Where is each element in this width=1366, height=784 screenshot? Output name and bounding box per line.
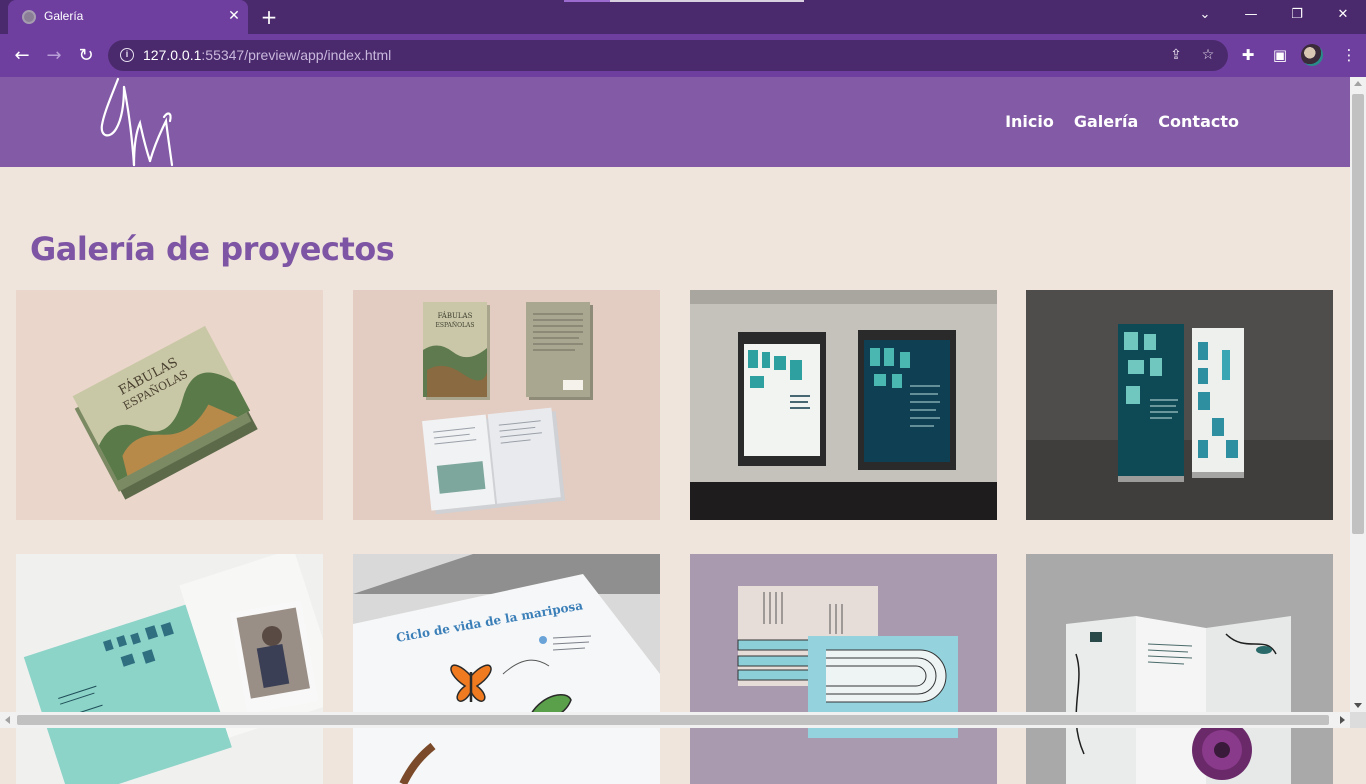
side-panel-icon[interactable]: ▣ (1269, 44, 1291, 66)
url-path: :55347/preview/app/index.html (201, 47, 392, 63)
vertical-scrollbar[interactable] (1350, 77, 1366, 712)
minimize-icon[interactable]: — (1240, 4, 1262, 26)
url-host: 127.0.0.1 (143, 47, 202, 63)
gallery-image: FÁBULAS ESPAÑOLAS (16, 290, 323, 520)
gallery-image: FÁBULAS ESPAÑOLAS (353, 290, 660, 520)
gallery-item-julio-le-parc-banners[interactable] (1026, 290, 1333, 520)
gallery-item-butterfly-life-cycle[interactable]: Ciclo de vida de la mariposa (353, 554, 660, 784)
scroll-right-arrow-icon[interactable] (1340, 716, 1345, 724)
browser-toolbar: ← → ↻ i 127.0.0.1:55347/preview/app/inde… (0, 34, 1366, 77)
window-close-icon[interactable]: ✕ (1332, 4, 1354, 26)
site-header: Inicio Galería Contacto (0, 77, 1350, 167)
chevron-down-icon[interactable]: ⌄ (1194, 4, 1216, 26)
close-icon[interactable]: ✕ (226, 8, 242, 24)
tab-strip-indicator (564, 0, 804, 2)
star-icon[interactable]: ☆ (1198, 45, 1218, 65)
plus-icon[interactable]: + (258, 6, 280, 28)
page-title: Galería de proyectos (30, 230, 395, 268)
horizontal-scroll-thumb[interactable] (17, 715, 1329, 725)
nav-link-contacto[interactable]: Contacto (1158, 112, 1239, 131)
gallery-item-fabulas-stack[interactable]: FÁBULAS ESPAÑOLAS (16, 290, 323, 520)
address-bar[interactable]: i 127.0.0.1:55347/preview/app/index.html… (108, 40, 1228, 71)
scrollbar-corner (1350, 712, 1366, 728)
book-cover-title-1: FÁBULAS (438, 311, 473, 320)
vertical-scroll-thumb[interactable] (1352, 94, 1364, 534)
gallery-image (16, 554, 323, 784)
scroll-down-arrow-icon[interactable] (1354, 703, 1362, 708)
am-logo[interactable] (96, 77, 180, 167)
restore-icon[interactable]: ❐ (1286, 4, 1308, 26)
profile-avatar[interactable] (1301, 44, 1323, 66)
am-logo-graphic (100, 77, 174, 167)
gallery-image (690, 290, 997, 520)
gallery-item-julio-le-parc-brochure[interactable] (16, 554, 323, 784)
book-cover-title-2: ESPAÑOLAS (436, 321, 475, 329)
gallery-image (1026, 290, 1333, 520)
scroll-left-arrow-icon[interactable] (5, 716, 10, 724)
share-icon[interactable]: ⇪ (1166, 45, 1186, 65)
gallery-item-botanical-brochure[interactable] (1026, 554, 1333, 784)
url-text[interactable]: 127.0.0.1:55347/preview/app/index.html (143, 47, 391, 63)
forward-arrow-icon[interactable]: → (41, 43, 67, 69)
info-icon[interactable]: i (120, 48, 134, 62)
gallery-image (690, 554, 997, 784)
globe-icon (22, 10, 36, 24)
menu-kebab-icon[interactable]: ⋮ (1338, 44, 1360, 66)
gallery-image (1026, 554, 1333, 784)
back-arrow-icon[interactable]: ← (9, 43, 35, 69)
gallery-item-julio-le-parc-posters[interactable] (690, 290, 997, 520)
horizontal-scrollbar[interactable] (0, 712, 1350, 728)
tab-title: Galería (44, 9, 84, 23)
nav-link-galeria[interactable]: Galería (1074, 112, 1138, 131)
browser-tab-strip: Galería ✕ + ⌄ — ❐ ✕ (0, 0, 1366, 34)
extensions-puzzle-icon[interactable]: ✚ (1237, 44, 1259, 66)
reload-icon[interactable]: ↻ (73, 43, 99, 69)
nav-link-inicio[interactable]: Inicio (1005, 112, 1054, 131)
scroll-up-arrow-icon[interactable] (1354, 81, 1362, 86)
main-navigation: Inicio Galería Contacto (1005, 112, 1239, 131)
gallery-item-stationery-set[interactable] (690, 554, 997, 784)
browser-tab-active[interactable]: Galería ✕ (8, 0, 248, 34)
gallery-image: Ciclo de vida de la mariposa (353, 554, 660, 784)
gallery-item-fabulas-spread[interactable]: FÁBULAS ESPAÑOLAS (353, 290, 660, 520)
